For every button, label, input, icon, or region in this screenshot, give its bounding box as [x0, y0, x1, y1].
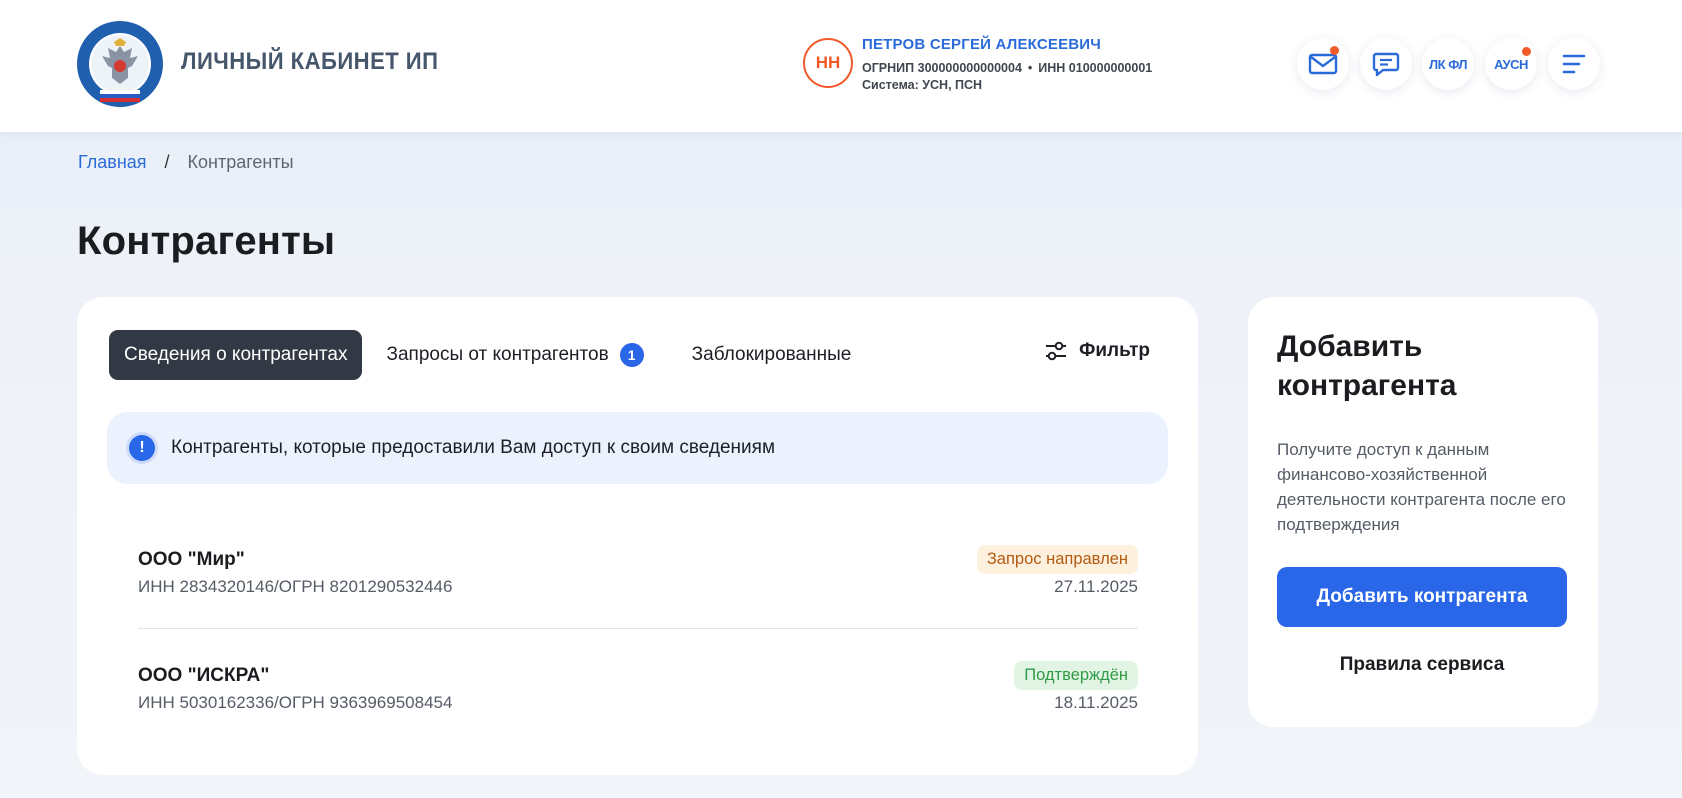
breadcrumb-separator: /	[164, 152, 170, 172]
counterparty-row[interactable]: ООО "ИСКРА" ИНН 5030162336/ОГРН 93639695…	[138, 661, 1138, 755]
add-counterparty-button[interactable]: Добавить контрагента	[1277, 567, 1567, 627]
fns-emblem-icon[interactable]	[76, 20, 164, 108]
tabs: Сведения о контрагентах Запросы от контр…	[109, 330, 866, 380]
info-exclamation-icon: !	[129, 435, 155, 461]
counterparty-name: ООО "ИСКРА"	[138, 665, 270, 686]
ausn-button[interactable]: АУСН	[1485, 38, 1537, 90]
mail-notification-dot	[1330, 46, 1339, 55]
add-counterparty-description: Получите доступ к данным финансово-хозяй…	[1277, 440, 1566, 534]
mail-button[interactable]	[1297, 38, 1349, 90]
counterparties-card: Сведения о контрагентах Запросы от контр…	[77, 297, 1198, 775]
menu-icon	[1562, 54, 1586, 74]
tab-counterparty-requests-label: Запросы от контрагентов	[386, 344, 609, 365]
user-ogrnip: ОГРНИП 300000000000004	[862, 61, 1022, 75]
user-name[interactable]: ПЕТРОВ СЕРГЕЙ АЛЕКСЕЕВИЧ	[862, 36, 1101, 53]
app-title[interactable]: ЛИЧНЫЙ КАБИНЕТ ИП	[181, 48, 438, 76]
add-counterparty-card: Добавить контрагента Получите доступ к д…	[1248, 297, 1598, 727]
row-divider	[138, 628, 1138, 629]
counterparty-ids: ИНН 5030162336/ОГРН 9363969508454	[138, 693, 453, 712]
breadcrumb-home-link[interactable]: Главная	[78, 152, 147, 172]
chat-icon	[1372, 52, 1400, 77]
status-badge: Подтверждён	[1014, 661, 1138, 690]
user-tax-system: Система: УСН, ПСН	[862, 78, 983, 92]
chat-button[interactable]	[1360, 38, 1412, 90]
counterparty-name: ООО "Мир"	[138, 549, 245, 570]
user-ids: ОГРНИП 300000000000004 • ИНН 010000000001	[862, 61, 1152, 75]
tab-counterparty-requests[interactable]: Запросы от контрагентов 1	[371, 330, 658, 380]
counterparty-row[interactable]: ООО "Мир" ИНН 2834320146/ОГРН 8201290532…	[138, 545, 1138, 639]
counterparty-ids: ИНН 2834320146/ОГРН 8201290532446	[138, 577, 453, 596]
counterparty-date: 27.11.2025	[1054, 577, 1138, 596]
ausn-label: АУСН	[1494, 56, 1528, 72]
breadcrumb-current: Контрагенты	[187, 152, 294, 172]
info-notice: ! Контрагенты, которые предоставили Вам …	[107, 412, 1168, 484]
breadcrumb: Главная / Контрагенты	[78, 152, 294, 173]
filter-button[interactable]: Фильтр	[1045, 340, 1150, 362]
filter-sliders-icon	[1046, 341, 1067, 361]
tab-counterparty-info[interactable]: Сведения о контрагентах	[109, 330, 363, 380]
top-header: ЛИЧНЫЙ КАБИНЕТ ИП НН ПЕТРОВ СЕРГЕЙ АЛЕКС…	[0, 0, 1682, 132]
add-counterparty-title: Добавить контрагента	[1277, 330, 1457, 402]
ids-separator: •	[1027, 61, 1033, 75]
requests-count-badge: 1	[619, 343, 644, 367]
menu-button[interactable]	[1548, 38, 1600, 90]
service-rules-link[interactable]: Правила сервиса	[1277, 654, 1567, 676]
tab-blocked[interactable]: Заблокированные	[677, 330, 867, 380]
lk-fl-button[interactable]: ЛК ФЛ	[1422, 38, 1474, 90]
counterparty-date: 18.11.2025	[1054, 693, 1138, 712]
user-inn: ИНН 010000000001	[1038, 61, 1153, 75]
page-title: Контрагенты	[77, 219, 336, 263]
ausn-notification-dot	[1522, 47, 1531, 56]
info-notice-text: Контрагенты, которые предоставили Вам до…	[171, 437, 776, 458]
user-avatar[interactable]: НН	[803, 38, 853, 88]
filter-label: Фильтр	[1079, 340, 1150, 361]
status-badge: Запрос направлен	[976, 545, 1138, 574]
mail-icon	[1308, 53, 1338, 75]
